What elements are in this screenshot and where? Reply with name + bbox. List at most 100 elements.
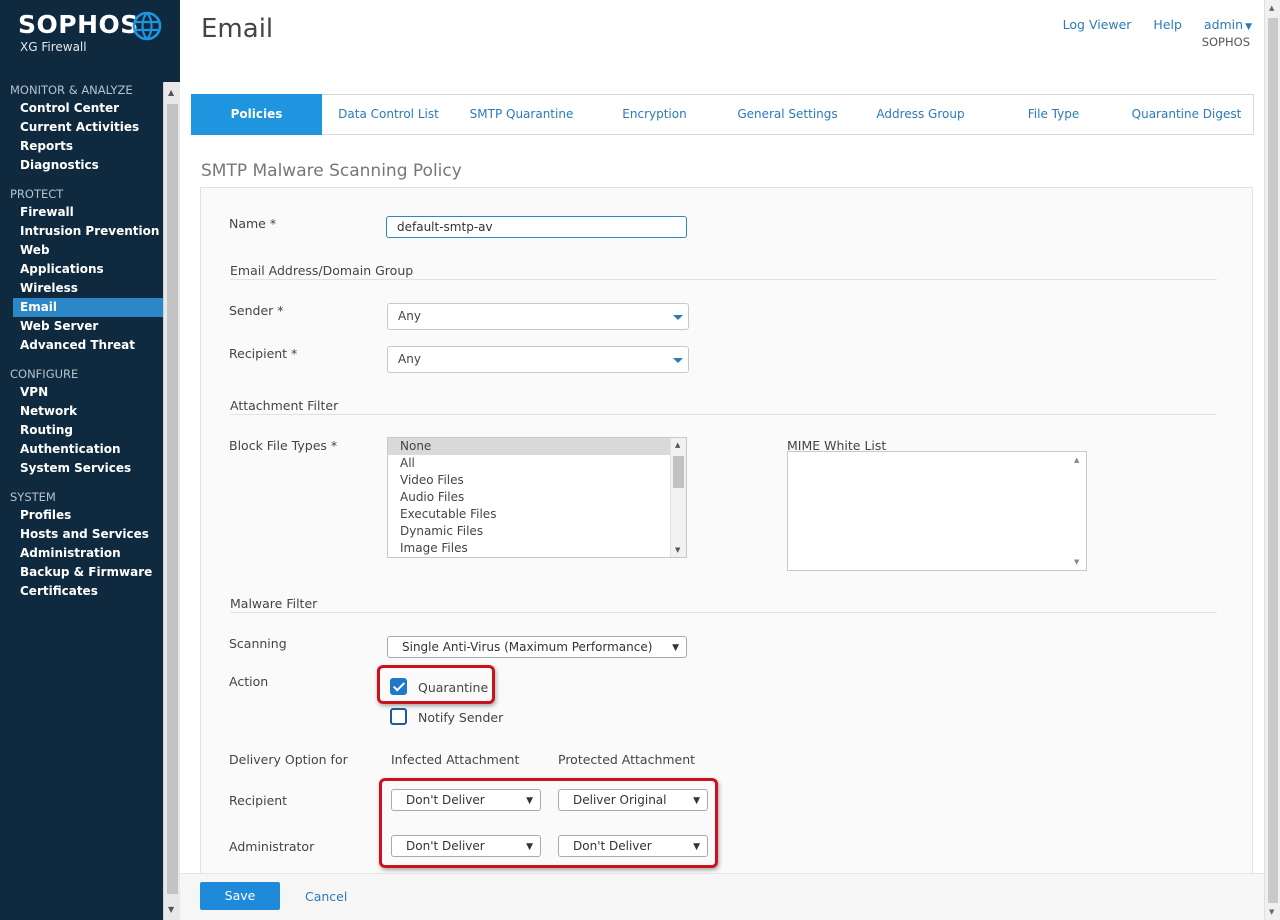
malware-group-heading: Malware Filter [230,596,318,611]
list-item[interactable]: All [388,455,686,472]
attachment-group-heading: Attachment Filter [230,398,339,413]
sidebar-item-system-services[interactable]: System Services [0,459,163,478]
scroll-down-icon[interactable]: ▼ [1269,908,1274,916]
action-label: Action [229,674,269,689]
tab-encryption[interactable]: Encryption [588,95,721,134]
list-item[interactable]: Video Files [388,472,686,489]
name-input[interactable] [386,216,687,238]
nav-section-heading: MONITOR & ANALYZE [10,83,133,97]
globe-icon [132,11,162,41]
nav-section: PROTECT Firewall Intrusion Prevention Web Ap… [0,186,163,355]
save-button[interactable]: Save [200,882,280,910]
scroll-down-icon[interactable]: ▼ [675,546,680,554]
brand-name: SOPHOS [18,10,139,39]
sidebar-item-reports[interactable]: Reports [0,137,163,156]
tab-general-settings[interactable]: General Settings [721,95,854,134]
scroll-up-icon[interactable]: ▲ [675,441,680,449]
tab-policies[interactable]: Policies [191,94,322,135]
sidebar-item-hosts-and-services[interactable]: Hosts and Services [0,525,163,544]
tab-smtp-quarantine[interactable]: SMTP Quarantine [455,95,588,134]
sidebar-item-advanced-threat[interactable]: Advanced Threat [0,336,163,355]
scanning-value: Single Anti-Virus (Maximum Performance) [402,640,653,654]
divider [230,414,1217,415]
section-title: SMTP Malware Scanning Policy [201,161,462,181]
list-item[interactable]: Image Files [388,540,686,557]
caret-down-icon: ▼ [526,842,533,852]
sidebar-item-email[interactable]: Email [13,298,163,317]
mime-white-list[interactable]: ▲ ▼ [787,451,1087,571]
scanning-select[interactable]: Single Anti-Virus (Maximum Performance) ▼ [387,636,687,658]
nav-section-heading: PROTECT [10,187,64,201]
top-links: Log Viewer Help admin ▼ [1045,17,1252,32]
sidebar-item-network[interactable]: Network [0,402,163,421]
block-file-types-list[interactable]: None All Video Files Audio Files Executable … [387,437,687,558]
help-link[interactable]: Help [1153,17,1182,32]
list-scroll-thumb[interactable] [673,456,684,488]
list-item[interactable]: Audio Files [388,489,686,506]
sidebar-item-control-center[interactable]: Control Center [0,99,163,118]
org-name: SOPHOS [1201,35,1250,49]
tab-file-type[interactable]: File Type [987,95,1120,134]
sidebar-item-certificates[interactable]: Certificates [0,582,163,601]
sidebar-item-authentication[interactable]: Authentication [0,440,163,459]
sidebar-item-wireless[interactable]: Wireless [0,279,163,298]
log-viewer-link[interactable]: Log Viewer [1063,17,1132,32]
mime-scrollbar[interactable]: ▲ ▼ [1070,452,1086,570]
name-label: Name * [229,216,277,231]
page-scrollbar[interactable]: ▲ ▼ [1264,0,1280,920]
sidebar-item-current-activities[interactable]: Current Activities [0,118,163,137]
block-file-types-label: Block File Types * [229,438,338,453]
nav-section-heading: CONFIGURE [10,367,79,381]
recipient-select[interactable]: Any [387,346,689,373]
list-item[interactable]: None [388,438,686,455]
list-scrollbar[interactable]: ▲ ▼ [670,438,686,557]
tab-data-control-list[interactable]: Data Control List [322,95,455,134]
admin-protected-select[interactable]: Don't Deliver ▼ [558,835,708,857]
sidebar-item-administration[interactable]: Administration [0,544,163,563]
scroll-down-icon[interactable]: ▼ [168,905,174,914]
sender-select[interactable]: Any [387,303,689,330]
sidebar-scroll-thumb[interactable] [167,104,178,894]
tab-address-group[interactable]: Address Group [854,95,987,134]
scroll-up-icon[interactable]: ▲ [1074,456,1079,464]
sidebar-item-vpn[interactable]: VPN [0,383,163,402]
tab-quarantine-digest[interactable]: Quarantine Digest [1120,95,1253,134]
sidebar-item-backup-firmware[interactable]: Backup & Firmware [0,563,163,582]
list-item[interactable]: Executable Files [388,506,686,523]
scroll-up-icon[interactable]: ▲ [1269,4,1274,12]
sidebar-item-intrusion-prevention[interactable]: Intrusion Prevention [0,222,163,241]
page-scroll-thumb[interactable] [1268,18,1278,903]
sidebar-item-routing[interactable]: Routing [0,421,163,440]
nav-section-heading: SYSTEM [10,490,56,504]
admin-infected-select[interactable]: Don't Deliver ▼ [391,835,541,857]
sidebar-nav: MONITOR & ANALYZE Control Center Current A… [0,82,163,612]
recipient-row-label: Recipient [229,793,288,808]
caret-down-icon [673,358,683,363]
chevron-down-icon: ▼ [1245,22,1252,32]
sophos-logo[interactable]: SOPHOS XG Firewall [18,10,168,60]
caret-down-icon: ▼ [526,796,533,806]
list-item[interactable]: Dynamic Files [388,523,686,540]
scroll-down-icon[interactable]: ▼ [1074,558,1079,566]
notify-sender-checkbox[interactable] [390,708,407,725]
quarantine-checkbox[interactable] [390,678,407,695]
quarantine-label: Quarantine [418,680,489,695]
email-group-heading: Email Address/Domain Group [230,263,414,278]
sidebar-item-applications[interactable]: Applications [0,260,163,279]
cancel-button[interactable]: Cancel [305,889,347,904]
sidebar-item-firewall[interactable]: Firewall [0,203,163,222]
recipient-infected-select[interactable]: Don't Deliver ▼ [391,789,541,811]
sidebar-item-web-server[interactable]: Web Server [0,317,163,336]
tab-bar: Policies Data Control List SMTP Quarantine… [191,94,1254,135]
recipient-protected-select[interactable]: Deliver Original ▼ [558,789,708,811]
sidebar-item-web[interactable]: Web [0,241,163,260]
sidebar-item-diagnostics[interactable]: Diagnostics [0,156,163,175]
sidebar-item-profiles[interactable]: Profiles [0,506,163,525]
sender-value: Any [398,309,421,323]
caret-down-icon: ▼ [693,842,700,852]
scanning-label: Scanning [229,636,287,651]
recipient-label: Recipient * [229,346,298,361]
sidebar-scrollbar[interactable]: ▲ ▼ [163,82,180,920]
user-menu[interactable]: admin ▼ [1204,17,1252,32]
scroll-up-icon[interactable]: ▲ [168,88,174,97]
